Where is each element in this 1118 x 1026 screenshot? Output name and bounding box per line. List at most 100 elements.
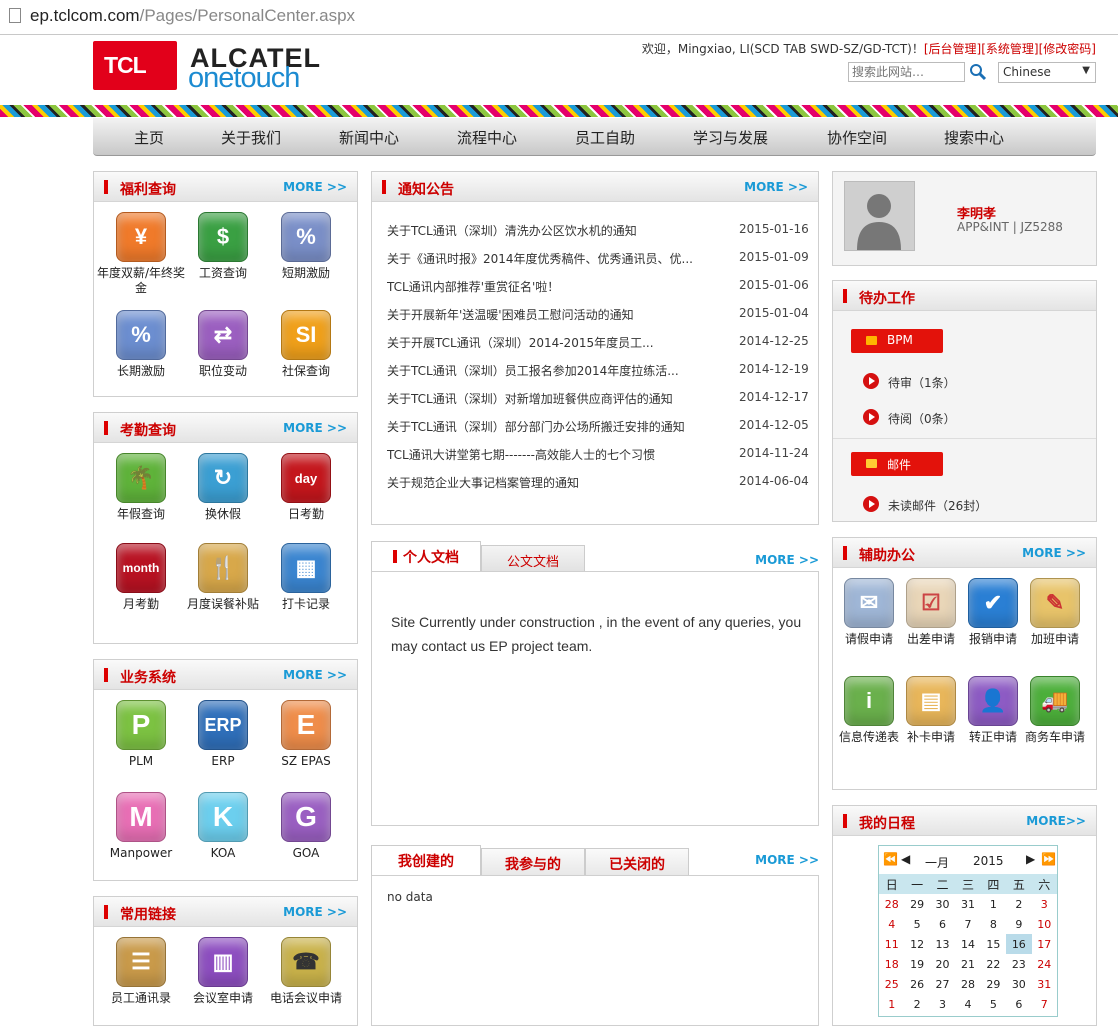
welfare-more-link[interactable]: MORE >> bbox=[283, 180, 347, 194]
calendar-day[interactable]: 4 bbox=[955, 994, 980, 1014]
calendar-day[interactable]: 19 bbox=[904, 954, 929, 974]
calendar-day[interactable]: 9 bbox=[1006, 914, 1031, 934]
next-month-icon[interactable]: ▶ bbox=[1026, 852, 1035, 866]
calendar-day[interactable]: 11 bbox=[879, 934, 904, 954]
search-icon[interactable] bbox=[968, 62, 988, 82]
calendar-day[interactable]: 30 bbox=[1006, 974, 1031, 994]
notice-item-title[interactable]: TCL通讯大讲堂第七期-------高效能人士的七个习惯 bbox=[387, 446, 697, 463]
nav-about[interactable]: 关于我们 bbox=[221, 127, 281, 148]
calendar-day[interactable]: 5 bbox=[904, 914, 929, 934]
unread-mail-link[interactable]: 未读邮件（26封） bbox=[888, 497, 987, 514]
notice-item-title[interactable]: 关于规范企业大事记档案管理的通知 bbox=[387, 474, 697, 491]
calendar-day[interactable]: 28 bbox=[955, 974, 980, 994]
short-incentive-link[interactable]: % 短期激励 bbox=[256, 212, 356, 281]
system-admin-link[interactable]: [系统管理] bbox=[981, 42, 1038, 56]
calendar-day[interactable]: 8 bbox=[981, 914, 1006, 934]
change-password-link[interactable]: [修改密码] bbox=[1039, 42, 1096, 56]
tcl-logo[interactable]: TCL bbox=[93, 41, 177, 90]
tasks-more-link[interactable]: MORE >> bbox=[755, 853, 819, 867]
business-more-link[interactable]: MORE >> bbox=[283, 668, 347, 682]
bpm-button[interactable]: BPM bbox=[851, 329, 943, 353]
calendar-day[interactable]: 7 bbox=[955, 914, 980, 934]
site-search-input[interactable] bbox=[848, 62, 965, 82]
nav-learning[interactable]: 学习与发展 bbox=[693, 127, 768, 148]
calendar-day[interactable]: 31 bbox=[1032, 974, 1057, 994]
calendar-day[interactable]: 27 bbox=[930, 974, 955, 994]
tab-closed[interactable]: 已关闭的 bbox=[585, 848, 689, 875]
social-security-link[interactable]: SI 社保查询 bbox=[256, 310, 356, 379]
calendar-day[interactable]: 26 bbox=[904, 974, 929, 994]
docs-more-link[interactable]: MORE >> bbox=[755, 553, 819, 567]
next-year-icon[interactable]: ⏩ bbox=[1041, 852, 1056, 866]
tab-participated[interactable]: 我参与的 bbox=[481, 848, 585, 875]
tab-official-docs[interactable]: 公文文档 bbox=[481, 545, 585, 571]
notice-item-title[interactable]: 关于TCL通讯（深圳）部分部门办公场所搬迁安排的通知 bbox=[387, 418, 697, 435]
phone-conference-link[interactable]: ☎ 电话会议申请 bbox=[256, 937, 356, 1006]
calendar-day[interactable]: 28 bbox=[879, 894, 904, 914]
nav-search[interactable]: 搜索中心 bbox=[944, 127, 1004, 148]
prev-year-icon[interactable]: ⏪ bbox=[883, 852, 898, 866]
links-more-link[interactable]: MORE >> bbox=[283, 905, 347, 919]
calendar-day[interactable]: 2 bbox=[1006, 894, 1031, 914]
calendar-day[interactable]: 1 bbox=[879, 994, 904, 1014]
schedule-more-link[interactable]: MORE>> bbox=[1026, 814, 1086, 828]
calendar-day[interactable]: 2 bbox=[904, 994, 929, 1014]
notice-item-title[interactable]: 关于《通讯时报》2014年度优秀稿件、优秀通讯员、优... bbox=[387, 250, 697, 267]
calendar-day[interactable]: 24 bbox=[1032, 954, 1057, 974]
calendar-day[interactable]: 16 bbox=[1006, 934, 1032, 954]
pending-review-link[interactable]: 待审（1条） bbox=[888, 374, 956, 391]
notice-more-link[interactable]: MORE >> bbox=[744, 180, 808, 194]
calendar-day[interactable]: 20 bbox=[930, 954, 955, 974]
address-url[interactable]: ep.tclcom.com/Pages/PersonalCenter.aspx bbox=[30, 6, 355, 26]
notice-item-title[interactable]: TCL通讯内部推荐'重赏征名'啦！ bbox=[387, 278, 697, 295]
pending-read-link[interactable]: 待阅（0条） bbox=[888, 410, 956, 427]
punch-record-link[interactable]: ▦ 打卡记录 bbox=[256, 543, 356, 612]
calendar-day[interactable]: 29 bbox=[904, 894, 929, 914]
calendar-day[interactable]: 17 bbox=[1032, 934, 1057, 954]
calendar-day[interactable]: 21 bbox=[955, 954, 980, 974]
notice-item-title[interactable]: 关于开展新年'送温暖'困难员工慰问活动的通知 bbox=[387, 306, 697, 323]
calendar-day[interactable]: 15 bbox=[981, 934, 1006, 954]
calendar-day[interactable]: 6 bbox=[930, 914, 955, 934]
overtime-link[interactable]: ✎ 加班申请 bbox=[1005, 578, 1105, 647]
prev-month-icon[interactable]: ◀ bbox=[901, 852, 910, 866]
attendance-more-link[interactable]: MORE >> bbox=[283, 421, 347, 435]
language-select[interactable]: Chinese ▼ bbox=[998, 62, 1096, 83]
calendar-day[interactable]: 23 bbox=[1006, 954, 1031, 974]
calendar-day[interactable]: 25 bbox=[879, 974, 904, 994]
calendar-day[interactable]: 31 bbox=[955, 894, 980, 914]
office-more-link[interactable]: MORE >> bbox=[1022, 546, 1086, 560]
avatar[interactable] bbox=[844, 181, 915, 251]
tab-created[interactable]: 我创建的 bbox=[371, 845, 481, 876]
notice-item-title[interactable]: 关于TCL通讯（深圳）清洗办公区饮水机的通知 bbox=[387, 222, 697, 239]
tab-personal-docs[interactable]: 个人文档 bbox=[371, 541, 481, 572]
daily-attendance-link[interactable]: day 日考勤 bbox=[256, 453, 356, 522]
calendar-day[interactable]: 10 bbox=[1032, 914, 1057, 934]
notice-item-title[interactable]: 关于TCL通讯（深圳）员工报名参加2014年度拉练活... bbox=[387, 362, 697, 379]
company-car-link[interactable]: 🚚 商务车申请 bbox=[1005, 676, 1105, 745]
calendar-day[interactable]: 6 bbox=[1006, 994, 1031, 1014]
nav-collaboration[interactable]: 协作空间 bbox=[827, 127, 887, 148]
calendar-day[interactable]: 1 bbox=[981, 894, 1006, 914]
calendar-day[interactable]: 3 bbox=[1032, 894, 1057, 914]
calendar-day[interactable]: 18 bbox=[879, 954, 904, 974]
calendar-day[interactable]: 3 bbox=[930, 994, 955, 1014]
calendar-day[interactable]: 5 bbox=[981, 994, 1006, 1014]
notice-item-title[interactable]: 关于TCL通讯（深圳）对新增加班餐供应商评估的通知 bbox=[387, 390, 697, 407]
nav-self-service[interactable]: 员工自助 bbox=[575, 127, 635, 148]
nav-home[interactable]: 主页 bbox=[134, 127, 164, 148]
calendar-day[interactable]: 12 bbox=[904, 934, 929, 954]
calendar-day[interactable]: 30 bbox=[930, 894, 955, 914]
nav-news[interactable]: 新闻中心 bbox=[339, 127, 399, 148]
calendar-day[interactable]: 14 bbox=[955, 934, 980, 954]
browser-address-bar[interactable]: ep.tclcom.com/Pages/PersonalCenter.aspx bbox=[0, 0, 1118, 35]
calendar-day[interactable]: 4 bbox=[879, 914, 904, 934]
calendar-day[interactable]: 13 bbox=[930, 934, 955, 954]
goa-link[interactable]: G GOA bbox=[256, 792, 356, 861]
sz-epas-link[interactable]: E SZ EPAS bbox=[256, 700, 356, 769]
admin-link[interactable]: [后台管理] bbox=[924, 42, 981, 56]
mail-button[interactable]: 邮件 bbox=[851, 452, 943, 476]
notice-item-title[interactable]: 关于开展TCL通讯（深圳）2014-2015年度员工... bbox=[387, 334, 697, 351]
calendar-day[interactable]: 22 bbox=[981, 954, 1006, 974]
calendar-day[interactable]: 29 bbox=[981, 974, 1006, 994]
